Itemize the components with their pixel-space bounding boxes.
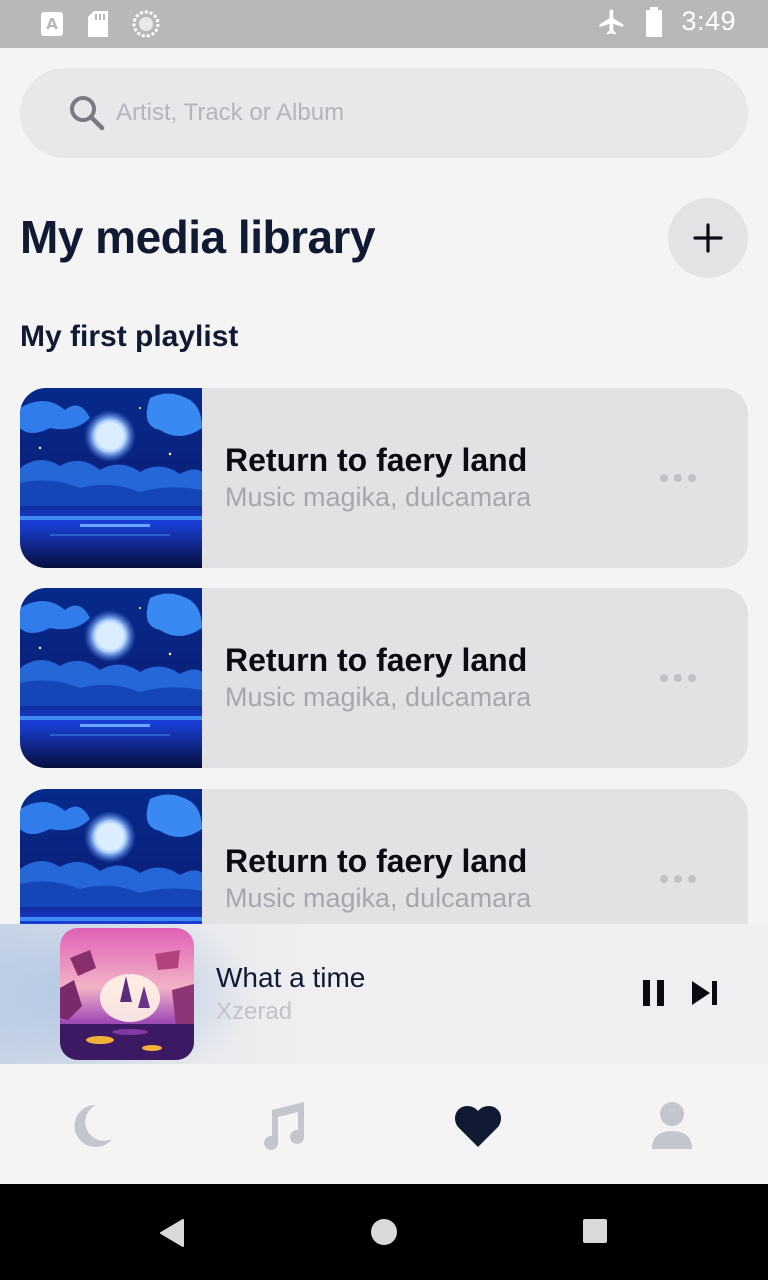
- now-playing-title: What a time: [216, 962, 366, 993]
- system-navigation-bar: [0, 1184, 768, 1280]
- tab-moon[interactable]: [64, 1098, 120, 1154]
- search-icon: [70, 96, 105, 131]
- more-options-button[interactable]: [660, 466, 696, 490]
- keyboard-a-icon: A: [41, 12, 63, 36]
- dot: [674, 474, 682, 482]
- more-options-button[interactable]: [660, 867, 696, 891]
- battery-icon: [646, 6, 663, 37]
- skip-next-icon[interactable]: [690, 980, 720, 1006]
- tab-bar: [0, 1064, 768, 1184]
- now-playing-artist: Xzerad: [216, 998, 293, 1025]
- now-playing-bar[interactable]: What a time Xzerad: [0, 924, 768, 1064]
- svg-text:A: A: [46, 15, 58, 33]
- tab-favorites[interactable]: [450, 1098, 506, 1154]
- clock-time: 3:49: [681, 6, 736, 36]
- more-options-button[interactable]: [660, 666, 696, 690]
- home-icon[interactable]: [370, 1218, 398, 1246]
- heart-icon: [455, 1106, 501, 1147]
- airplane-mode-icon: [599, 9, 624, 34]
- status-bar: A 3:49: [0, 0, 768, 48]
- back-icon[interactable]: [158, 1218, 186, 1248]
- track-item[interactable]: Return to faery land Music magika, dulca…: [20, 388, 748, 568]
- track-artist: Music magika, dulcamara: [225, 682, 532, 712]
- track-artist: Music magika, dulcamara: [225, 883, 532, 913]
- dot: [660, 474, 668, 482]
- track-item[interactable]: Return to faery land Music magika, dulca…: [20, 789, 748, 924]
- moon-icon: [74, 1104, 112, 1147]
- dot: [660, 674, 668, 682]
- dot: [674, 674, 682, 682]
- dot: [688, 474, 696, 482]
- album-art-night-sea: [20, 388, 202, 568]
- track-list[interactable]: Return to faery land Music magika, dulca…: [20, 388, 748, 924]
- track-item[interactable]: Return to faery land Music magika, dulca…: [20, 588, 748, 768]
- track-title: Return to faery land: [225, 843, 528, 879]
- page-title: My media library: [20, 211, 376, 263]
- recents-icon[interactable]: [582, 1218, 608, 1244]
- music-note-icon: [264, 1102, 305, 1150]
- pause-icon[interactable]: [640, 978, 668, 1008]
- dot: [688, 875, 696, 883]
- dot: [688, 674, 696, 682]
- dot: [674, 875, 682, 883]
- tab-profile[interactable]: [644, 1098, 700, 1154]
- sync-circle-icon: [132, 10, 160, 38]
- album-art-night-sea: [20, 588, 202, 768]
- track-title: Return to faery land: [225, 442, 528, 478]
- track-artist: Music magika, dulcamara: [225, 482, 532, 512]
- now-playing-album-art: [60, 928, 194, 1060]
- playlist-title: My first playlist: [20, 320, 239, 353]
- sd-card-icon: [88, 11, 108, 37]
- search-bar[interactable]: [20, 68, 748, 158]
- plus-icon: [693, 223, 723, 253]
- album-art-night-sea: [20, 789, 202, 924]
- dot: [660, 875, 668, 883]
- tab-music[interactable]: [254, 1098, 310, 1154]
- user-icon: [652, 1102, 692, 1149]
- search-input[interactable]: [116, 90, 716, 136]
- track-title: Return to faery land: [225, 642, 528, 678]
- add-button[interactable]: [668, 198, 748, 278]
